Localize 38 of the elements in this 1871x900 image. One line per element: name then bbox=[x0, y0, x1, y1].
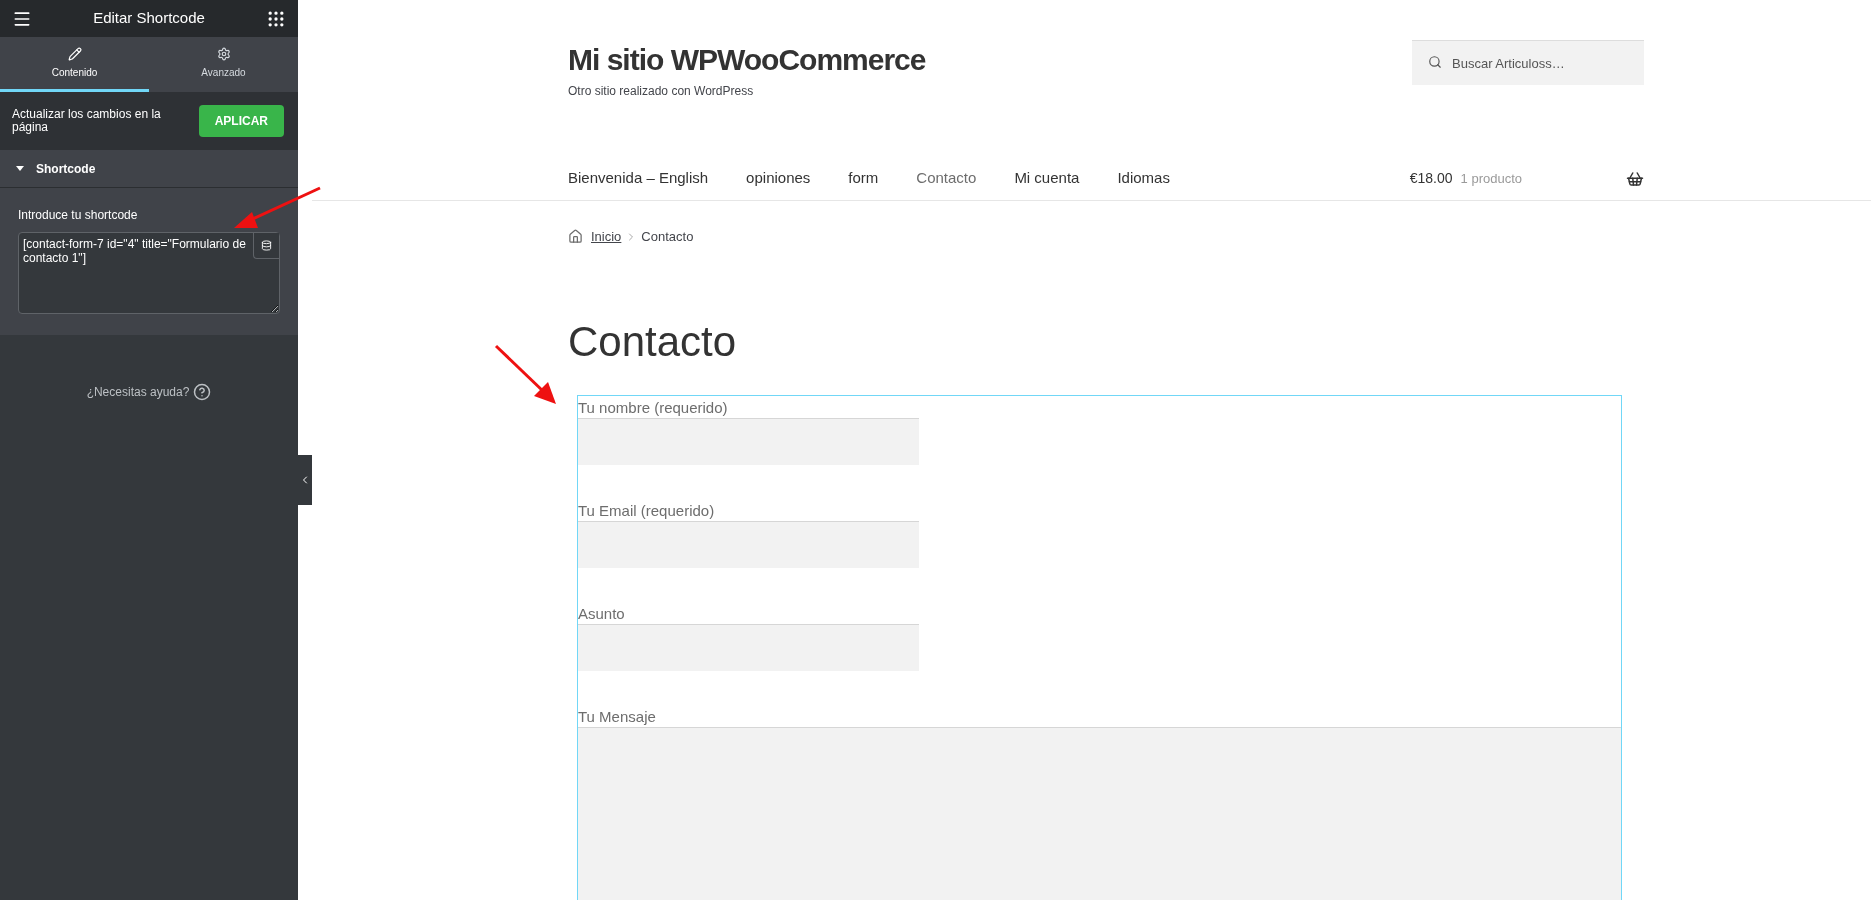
pencil-icon bbox=[67, 46, 82, 61]
section-title: Shortcode bbox=[36, 160, 96, 178]
section-header[interactable]: Shortcode bbox=[0, 150, 298, 188]
text-input[interactable] bbox=[578, 520, 919, 568]
site-title[interactable]: Mi sitio WPWooCommerce bbox=[568, 42, 926, 78]
text-input[interactable] bbox=[578, 417, 919, 465]
home-icon bbox=[568, 229, 583, 245]
nav-link[interactable]: Idiomas bbox=[1117, 167, 1170, 190]
help-icon[interactable] bbox=[193, 383, 212, 401]
search-icon bbox=[1428, 55, 1442, 69]
nav-link[interactable]: opiniones bbox=[746, 167, 811, 190]
arrow-annotation bbox=[494, 344, 558, 406]
nav-link[interactable]: Bienvenida – English bbox=[568, 167, 709, 190]
site-tagline: Otro sitio realizado con WordPress bbox=[568, 83, 755, 100]
apply-hint: Actualizar los cambios en la página bbox=[12, 108, 162, 134]
dynamic-tags-icon[interactable] bbox=[253, 233, 279, 259]
breadcrumb-current: Contacto bbox=[641, 228, 694, 246]
text-input[interactable] bbox=[578, 623, 919, 671]
page-heading: Contacto bbox=[568, 316, 738, 367]
form-label: Asunto bbox=[578, 603, 626, 624]
cart-total[interactable]: €18.00 bbox=[1409, 168, 1453, 189]
gear-icon bbox=[216, 46, 231, 61]
shortcode-field[interactable]: [contact-form-7 id="4" title="Formulario de contacto 1"] bbox=[18, 232, 280, 314]
nav-link[interactable]: Mi cuenta bbox=[1014, 167, 1080, 190]
basket-icon[interactable] bbox=[1626, 169, 1644, 188]
panel-tab[interactable]: Contenido bbox=[0, 37, 149, 92]
search-field[interactable]: Buscar Articuloss… bbox=[1412, 40, 1644, 85]
caret-icon bbox=[16, 166, 24, 171]
breadcrumb-link[interactable]: Inicio bbox=[591, 227, 622, 247]
nav-link[interactable]: Contacto bbox=[916, 167, 977, 190]
form-label: Tu nombre (requerido) bbox=[578, 397, 729, 418]
help-link[interactable]: ¿Necesitas ayuda? bbox=[86, 383, 190, 401]
field-label: Introduce tu shortcode bbox=[18, 207, 139, 224]
panel-title: Editar Shortcode bbox=[93, 8, 205, 29]
form-label: Tu Email (requerido) bbox=[578, 500, 716, 521]
form-label: Tu Mensaje bbox=[578, 706, 657, 727]
collapse-handle[interactable] bbox=[298, 455, 312, 505]
nav-link[interactable]: form bbox=[848, 167, 879, 190]
